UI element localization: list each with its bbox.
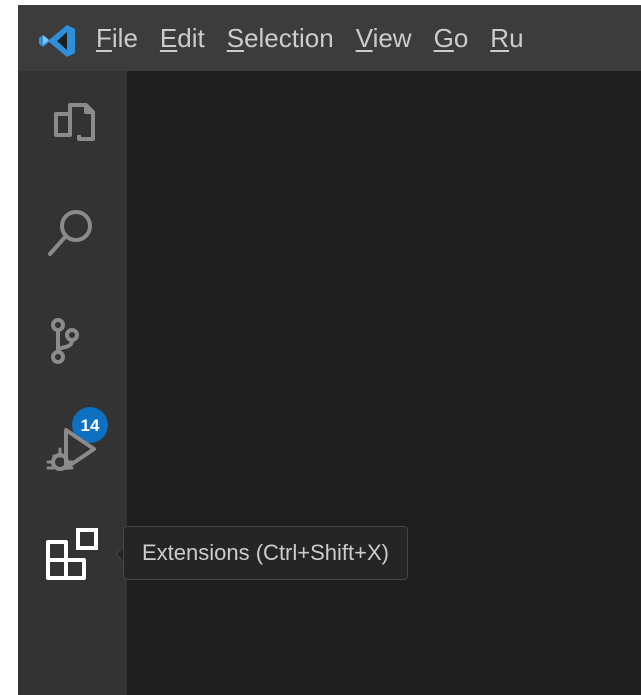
activity-bar: 14 bbox=[18, 71, 127, 695]
menu-file-mnemonic: F bbox=[96, 23, 112, 53]
debug-icon bbox=[46, 428, 96, 471]
menu-run-mnemonic: R bbox=[490, 23, 510, 53]
menu-run-rest: u bbox=[509, 23, 524, 53]
menu-file[interactable]: File bbox=[96, 25, 138, 51]
menu-view-rest: iew bbox=[372, 23, 412, 53]
vscode-logo-icon bbox=[39, 25, 75, 57]
menu-bar: File Edit Selection View Go Ru bbox=[96, 5, 546, 71]
extensions-button[interactable] bbox=[42, 526, 104, 588]
editor-area bbox=[127, 71, 641, 695]
menu-edit[interactable]: Edit bbox=[160, 25, 205, 51]
run-debug-button[interactable] bbox=[42, 420, 104, 482]
vscode-window: File Edit Selection View Go Ru 14 bbox=[18, 5, 641, 695]
menu-selection-rest: election bbox=[244, 23, 334, 53]
explorer-button[interactable] bbox=[42, 96, 104, 158]
extensions-icon bbox=[46, 528, 98, 580]
menu-go[interactable]: Go bbox=[434, 25, 469, 51]
files-icon bbox=[54, 103, 95, 141]
menu-go-rest: o bbox=[453, 23, 469, 53]
title-bar: File Edit Selection View Go Ru bbox=[18, 5, 641, 71]
extensions-tooltip-text: Extensions (Ctrl+Shift+X) bbox=[142, 540, 389, 565]
menu-edit-mnemonic: E bbox=[159, 23, 178, 53]
menu-edit-rest: dit bbox=[177, 23, 205, 53]
menu-view[interactable]: View bbox=[356, 25, 412, 51]
menu-selection[interactable]: Selection bbox=[227, 25, 334, 51]
menu-file-rest: ile bbox=[111, 23, 138, 53]
extensions-tooltip-container: Extensions (Ctrl+Shift+X) bbox=[114, 526, 458, 582]
source-control-icon bbox=[51, 318, 79, 364]
menu-selection-mnemonic: S bbox=[226, 23, 245, 53]
menu-run[interactable]: Ru bbox=[490, 25, 523, 51]
source-control-button[interactable] bbox=[42, 315, 104, 377]
menu-view-mnemonic: V bbox=[355, 23, 373, 53]
search-button[interactable] bbox=[42, 202, 104, 264]
search-icon bbox=[48, 210, 92, 256]
extensions-tooltip: Extensions (Ctrl+Shift+X) bbox=[123, 526, 408, 580]
menu-go-mnemonic: G bbox=[433, 23, 454, 53]
